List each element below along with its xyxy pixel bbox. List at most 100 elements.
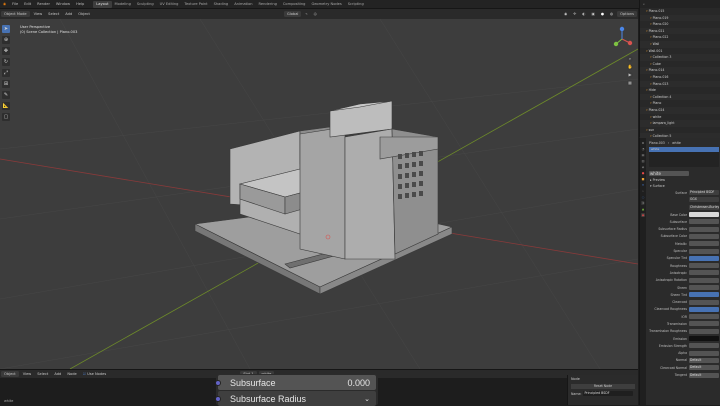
tab-rendering[interactable]: Rendering (256, 1, 280, 8)
blender-logo-icon[interactable]: ◉ (0, 2, 9, 6)
proportional-edit-icon[interactable]: ◎ (311, 12, 320, 16)
shader-input-value[interactable] (689, 292, 719, 298)
outliner-search-icon[interactable]: ⌕ (643, 2, 645, 6)
outliner-item[interactable]: ▿ lampara_light (640, 120, 720, 127)
node-row-subsurface[interactable]: Subsurface 0.000 (215, 375, 376, 390)
transform-tool-icon[interactable]: ⊞ (2, 80, 10, 88)
outliner-item[interactable]: ▿ Plano.023 (640, 80, 720, 88)
cursor-tool-icon[interactable]: ⊕ (2, 36, 10, 44)
data-tab-icon[interactable]: ▲ (641, 207, 645, 211)
object-tab-icon[interactable]: ■ (641, 177, 645, 181)
outliner-item[interactable]: ▿ white (640, 114, 720, 121)
output-tab-icon[interactable]: ▤ (641, 153, 645, 157)
tab-scripting[interactable]: Scripting (345, 1, 367, 8)
navigation-gizmo[interactable] (608, 25, 636, 53)
grid-icon[interactable]: ▦ (627, 80, 633, 86)
overlay-icon[interactable]: ◐ (579, 12, 588, 16)
menu-select-bottom[interactable]: Select (34, 372, 51, 376)
outliner-item[interactable]: ▿ Wall (640, 40, 720, 48)
shader-input-value[interactable] (689, 219, 719, 225)
shader-input-value[interactable] (689, 328, 719, 334)
shader-input-value[interactable] (689, 314, 719, 320)
tab-modeling[interactable]: Modeling (112, 1, 134, 8)
snap-icon[interactable]: ⌁ (302, 12, 310, 16)
menu-select[interactable]: Select (45, 12, 62, 16)
shader-input-value[interactable] (689, 299, 719, 305)
principled-bsdf-node[interactable]: Subsurface 0.000 Subsurface Radius ⌄ (215, 374, 378, 406)
chevron-down-icon[interactable]: ⌄ (364, 395, 370, 403)
outliner-item[interactable]: ▿ Plano (640, 100, 720, 107)
view-layer-tab-icon[interactable]: ▥ (641, 159, 645, 163)
outliner-item[interactable]: ▿ sun (640, 127, 720, 134)
surface-shader-field[interactable]: Principled BSDF (689, 190, 719, 196)
shader-input-value[interactable] (689, 277, 719, 283)
material-slot-list[interactable]: white (649, 147, 719, 167)
outliner-item[interactable]: ▿ Collection 4 (640, 93, 720, 101)
menu-help[interactable]: Help (73, 2, 87, 6)
menu-render[interactable]: Render (34, 2, 53, 6)
shader-input-value[interactable] (689, 212, 719, 218)
outliner-item[interactable]: ▿ Plano.024 (640, 106, 720, 114)
tab-animation[interactable]: Animation (231, 1, 255, 8)
outliner-item[interactable]: ▿ Hide (640, 87, 720, 94)
particles-tab-icon[interactable]: ∴ (641, 189, 645, 193)
node-row-subsurface-radius[interactable]: Subsurface Radius ⌄ (215, 391, 376, 406)
building-model[interactable] (193, 100, 453, 295)
shader-input-value[interactable] (689, 321, 719, 327)
menu-edit[interactable]: Edit (21, 2, 34, 6)
tab-shading[interactable]: Shading (211, 1, 232, 8)
shader-input-value[interactable] (689, 343, 719, 349)
subsurface-method-dropdown[interactable]: Christensen-Burley (689, 204, 719, 210)
shader-input-value[interactable]: Default (689, 357, 719, 363)
shader-input-value[interactable] (689, 226, 719, 232)
transform-orientation[interactable]: Global (283, 11, 302, 17)
shader-input-value[interactable] (689, 285, 719, 290)
visibility-icon[interactable]: ◉ (561, 12, 570, 16)
menu-add-bottom[interactable]: Add (51, 372, 64, 376)
shader-input-value[interactable]: Default (689, 365, 719, 371)
menu-window[interactable]: Window (53, 2, 73, 6)
tab-sculpting[interactable]: Sculpting (134, 1, 157, 8)
shader-input-value[interactable] (689, 233, 719, 239)
z-axis-icon[interactable] (619, 26, 625, 32)
shader-input-value[interactable] (689, 336, 719, 342)
tool-tab-icon[interactable]: ⚙ (641, 141, 645, 145)
material-slot-item[interactable]: white (649, 147, 719, 152)
menu-view-bottom[interactable]: View (20, 372, 35, 376)
shading-material-icon[interactable]: ◍ (607, 12, 616, 16)
subsurface-value[interactable]: 0.000 (347, 378, 370, 388)
menu-view[interactable]: View (31, 12, 46, 16)
outliner-item[interactable]: ▿ Plano.016 (640, 74, 720, 81)
node-name-field[interactable]: Principled BSDF (583, 391, 633, 396)
outliner-item[interactable]: ▿ Plano.020 (640, 21, 720, 28)
menu-node[interactable]: Node (64, 372, 79, 376)
y-axis-icon[interactable] (613, 41, 619, 47)
tab-texture-paint[interactable]: Texture Paint (181, 1, 210, 8)
xray-icon[interactable]: ▣ (588, 12, 597, 16)
outliner-item[interactable]: ▿ Collection 3 (640, 54, 720, 61)
outliner-item[interactable]: ▿ Plano.022 (640, 34, 720, 41)
menu-file[interactable]: File (9, 2, 21, 6)
shading-solid-icon[interactable]: ● (598, 12, 607, 16)
distribution-dropdown[interactable]: GGX (689, 197, 719, 203)
camera-view-icon[interactable]: ▶ (627, 72, 633, 78)
material-name-field[interactable]: white (649, 170, 689, 176)
material-tab-icon[interactable]: ◉ (641, 213, 645, 217)
mode-selector[interactable]: Object Mode (1, 11, 30, 17)
shader-input-value[interactable] (689, 270, 719, 276)
shader-input-value[interactable] (689, 255, 719, 261)
tab-geometry-nodes[interactable]: Geometry Nodes (308, 1, 344, 8)
shader-input-value[interactable] (689, 248, 719, 254)
shader-input-value[interactable] (689, 241, 719, 247)
scale-tool-icon[interactable]: ⤢ (2, 69, 10, 77)
outliner-item[interactable]: ▿ Plano.019 (640, 14, 720, 22)
scene-tab-icon[interactable]: ◈ (641, 165, 645, 169)
options-button[interactable]: Options (617, 11, 637, 17)
tab-uv-editing[interactable]: UV Editing (157, 1, 182, 8)
outliner-item[interactable]: ▿ Plano.015 (640, 8, 720, 15)
use-nodes-checkbox[interactable]: ☑ Use Nodes (80, 372, 110, 376)
subsurface-socket-icon[interactable] (215, 379, 221, 386)
world-tab-icon[interactable]: ● (641, 171, 645, 175)
move-tool-icon[interactable]: ✥ (2, 47, 10, 55)
gizmo-icon[interactable]: ✣ (570, 12, 579, 16)
